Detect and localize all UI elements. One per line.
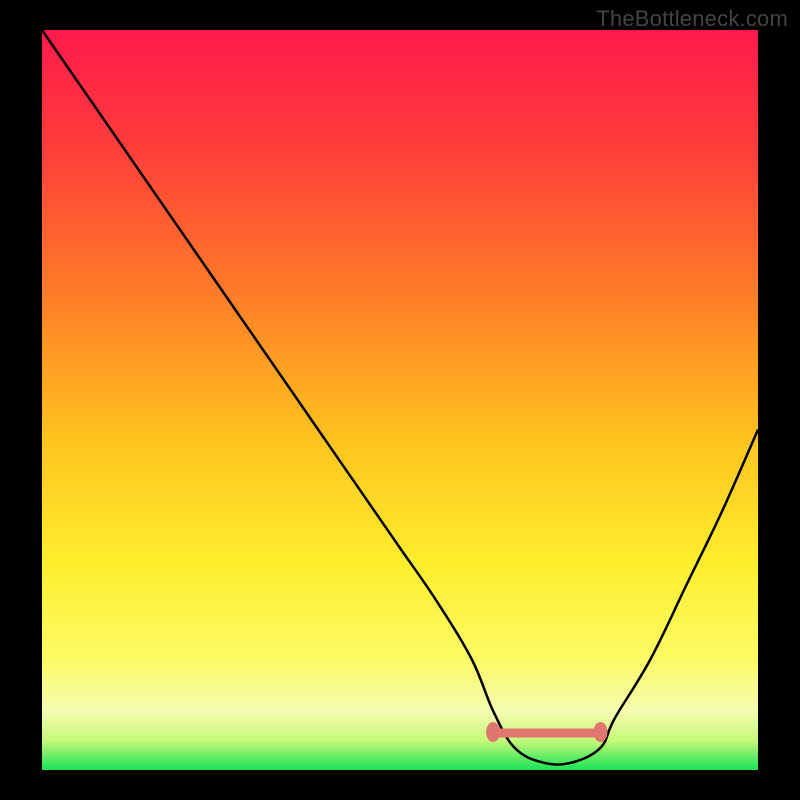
- watermark-text: TheBottleneck.com: [596, 6, 788, 32]
- bottleneck-chart: [42, 30, 758, 770]
- chart-svg: [42, 30, 758, 770]
